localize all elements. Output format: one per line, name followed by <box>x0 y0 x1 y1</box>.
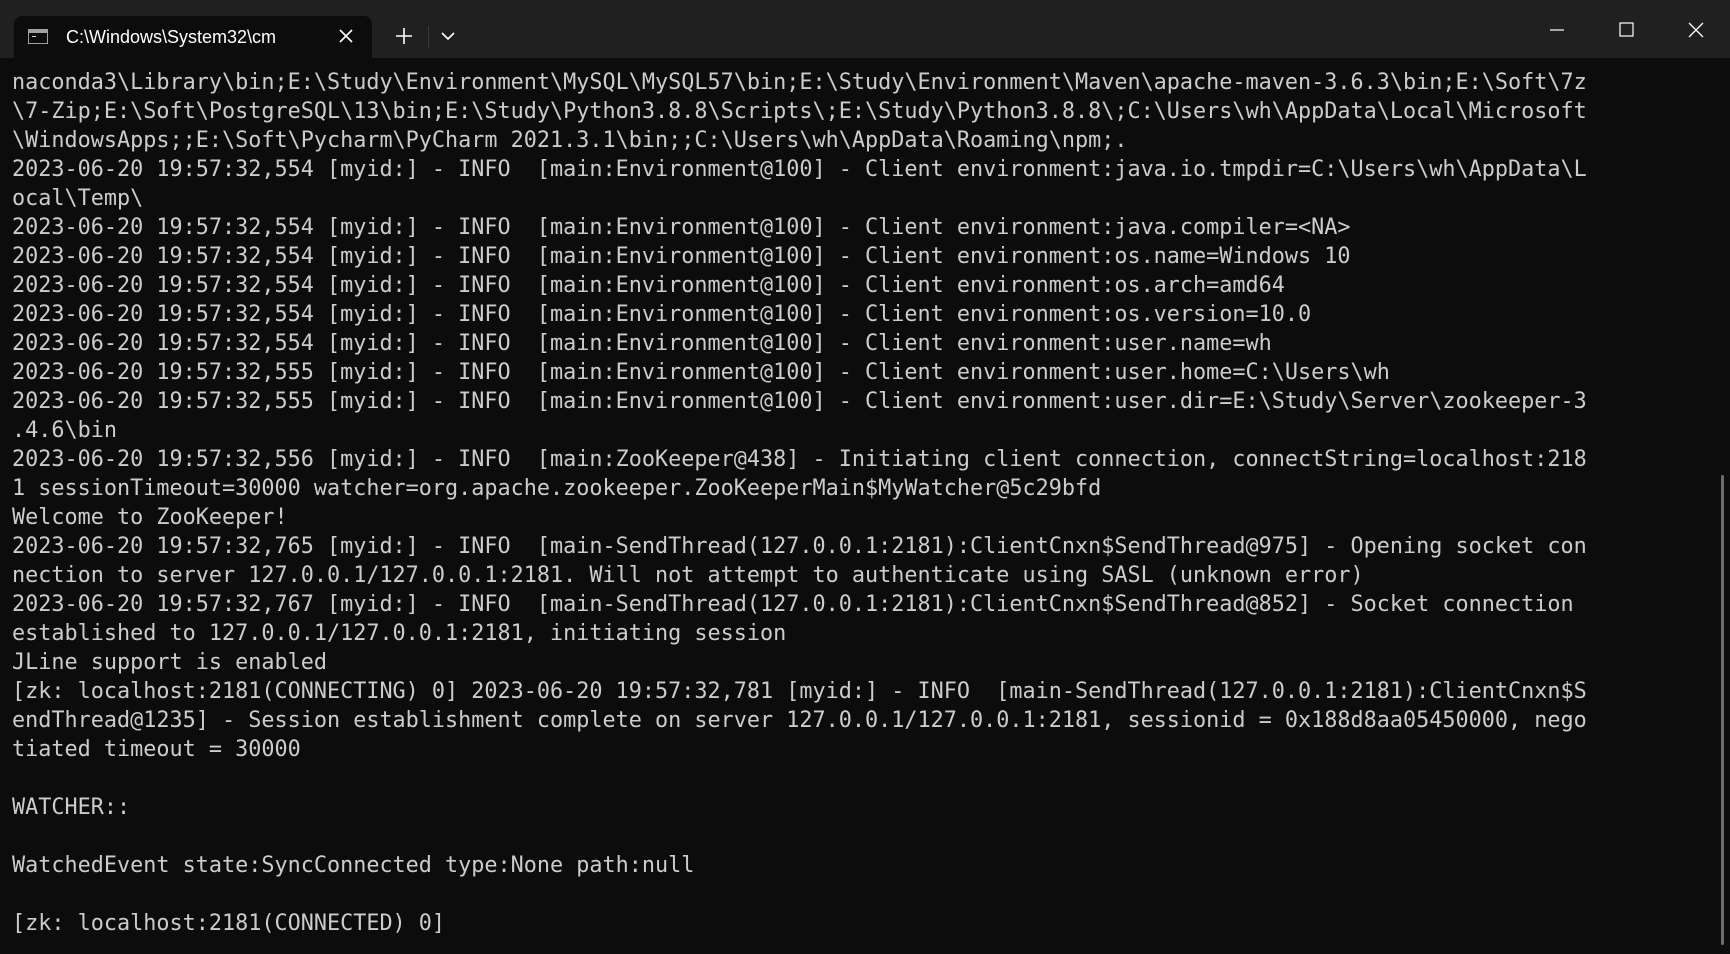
terminal-output[interactable]: naconda3\Library\bin;E:\Study\Environmen… <box>12 68 1712 948</box>
console-icon <box>28 29 48 44</box>
terminal-line: .4.6\bin <box>12 418 117 443</box>
terminal-line: 1 sessionTimeout=30000 watcher=org.apach… <box>12 476 1102 501</box>
maximize-icon <box>1619 22 1634 37</box>
close-icon <box>1688 22 1704 38</box>
scrollbar-thumb[interactable] <box>1721 475 1724 945</box>
terminal-line: WatchedEvent state:SyncConnected type:No… <box>12 853 695 878</box>
terminal-line: 2023-06-20 19:57:32,554 [myid:] - INFO [… <box>12 273 1285 298</box>
terminal-window: C:\Windows\System32\cm naconda3\Library\… <box>0 0 1730 954</box>
terminal-line: endThread@1235] - Session establishment … <box>12 708 1587 733</box>
maximize-button[interactable] <box>1592 0 1660 58</box>
titlebar-divider <box>428 26 429 48</box>
terminal-line: \7-Zip;E:\Soft\PostgreSQL\13\bin;E:\Stud… <box>12 99 1587 124</box>
terminal-line: nection to server 127.0.0.1/127.0.0.1:21… <box>12 563 1364 588</box>
close-icon <box>339 29 353 43</box>
terminal-line: [zk: localhost:2181(CONNECTED) 0] <box>12 911 446 936</box>
terminal-line: established to 127.0.0.1/127.0.0.1:2181,… <box>12 621 787 646</box>
terminal-line: Welcome to ZooKeeper! <box>12 505 288 530</box>
terminal-line: 2023-06-20 19:57:32,554 [myid:] - INFO [… <box>12 244 1351 269</box>
terminal-line: 2023-06-20 19:57:32,765 [myid:] - INFO [… <box>12 534 1587 559</box>
chevron-down-icon <box>441 32 455 41</box>
plus-icon <box>396 28 412 44</box>
terminal-line: 2023-06-20 19:57:32,555 [myid:] - INFO [… <box>12 360 1390 385</box>
close-tab-button[interactable] <box>334 24 358 48</box>
terminal-line: 2023-06-20 19:57:32,554 [myid:] - INFO [… <box>12 215 1351 240</box>
terminal-line: \WindowsApps;;E:\Soft\Pycharm\PyCharm 20… <box>12 128 1128 153</box>
minimize-button[interactable] <box>1524 0 1592 58</box>
terminal-line: [zk: localhost:2181(CONNECTING) 0] 2023-… <box>12 679 1587 704</box>
terminal-line: WATCHER:: <box>12 795 131 820</box>
terminal-line: 2023-06-20 19:57:32,554 [myid:] - INFO [… <box>12 331 1272 356</box>
title-bar[interactable]: C:\Windows\System32\cm <box>0 0 1730 58</box>
close-window-button[interactable] <box>1662 0 1730 58</box>
tab-cmd[interactable]: C:\Windows\System32\cm <box>14 16 372 58</box>
terminal-line: 2023-06-20 19:57:32,554 [myid:] - INFO [… <box>12 157 1587 182</box>
terminal-line: 2023-06-20 19:57:32,556 [myid:] - INFO [… <box>12 447 1587 472</box>
tab-dropdown-button[interactable] <box>430 18 466 54</box>
terminal-line: JLine support is enabled <box>12 650 327 675</box>
terminal-line: 2023-06-20 19:57:32,767 [myid:] - INFO [… <box>12 592 1574 617</box>
terminal-line: ocal\Temp\ <box>12 186 144 211</box>
terminal-line: tiated timeout = 30000 <box>12 737 301 762</box>
terminal-line: 2023-06-20 19:57:32,555 [myid:] - INFO [… <box>12 389 1587 414</box>
minimize-icon <box>1550 29 1564 31</box>
tab-title: C:\Windows\System32\cm <box>66 27 277 47</box>
new-tab-button[interactable] <box>384 18 424 54</box>
terminal-line: 2023-06-20 19:57:32,554 [myid:] - INFO [… <box>12 302 1312 327</box>
terminal-line: naconda3\Library\bin;E:\Study\Environmen… <box>12 70 1587 95</box>
